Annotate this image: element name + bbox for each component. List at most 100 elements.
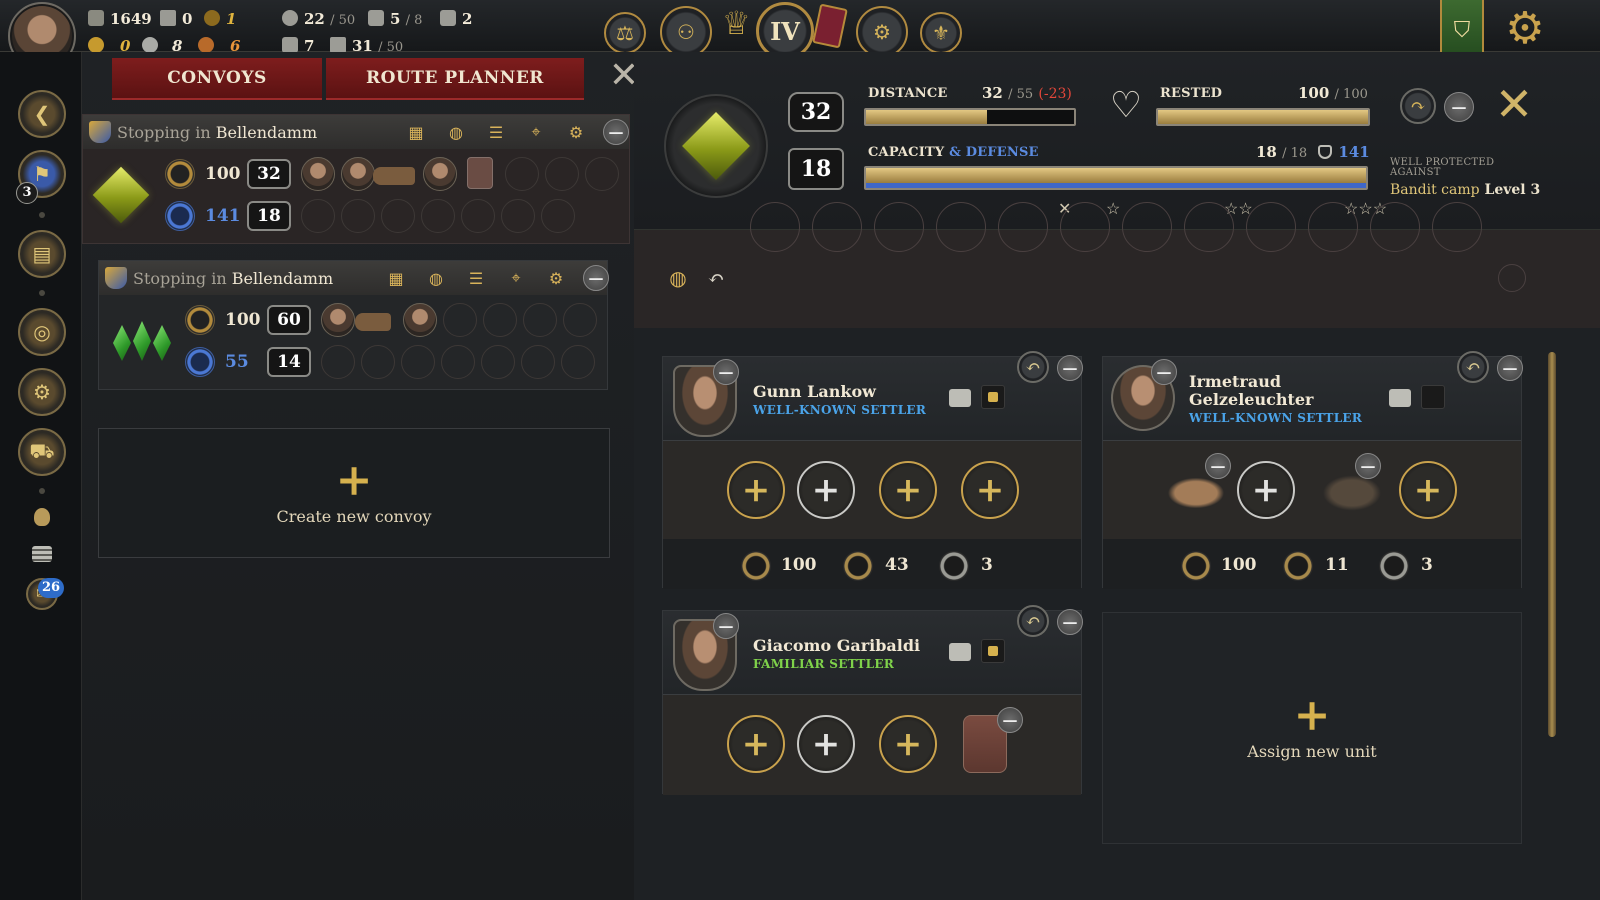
- create-convoy-button[interactable]: + Create new convoy: [98, 428, 610, 558]
- add-animal-button[interactable]: +: [1237, 461, 1295, 519]
- empty-slot[interactable]: [505, 157, 539, 191]
- undo-arrow-icon[interactable]: ↶: [702, 264, 730, 292]
- cargo-slot[interactable]: [874, 202, 924, 252]
- empty-slot[interactable]: [483, 303, 517, 337]
- add-cart-button[interactable]: +: [879, 461, 937, 519]
- remove-unit-button[interactable]: —: [713, 613, 739, 639]
- add-animal-button[interactable]: +: [797, 715, 855, 773]
- cargo-slot[interactable]: [812, 202, 862, 252]
- empty-slot[interactable]: [585, 157, 619, 191]
- pawns-icon[interactable]: ⚇: [660, 6, 712, 58]
- empty-slot[interactable]: [501, 199, 535, 233]
- map-pin-icon[interactable]: ⌖: [523, 119, 549, 145]
- cargo-slot[interactable]: [998, 202, 1048, 252]
- cargo-slot[interactable]: [1370, 202, 1420, 252]
- remove-button[interactable]: —: [1057, 355, 1083, 381]
- empty-slot[interactable]: [361, 345, 395, 379]
- empty-slot[interactable]: [401, 345, 435, 379]
- add-mount-button[interactable]: +: [727, 461, 785, 519]
- remove-cart-button[interactable]: —: [1355, 453, 1381, 479]
- collapse-convoy-button[interactable]: —: [583, 265, 609, 291]
- unit-card-giacomo-garibaldi[interactable]: — Giacomo Garibaldi FAMILIAR SETTLER ↶ —…: [662, 605, 1083, 795]
- empty-slot[interactable]: [341, 199, 375, 233]
- ox-icon[interactable]: [1163, 475, 1229, 511]
- detail-scrollbar[interactable]: [1548, 352, 1556, 737]
- undo-arrow-icon[interactable]: ↶: [1017, 351, 1049, 383]
- empty-slot[interactable]: [561, 345, 595, 379]
- add-animal-button[interactable]: +: [797, 461, 855, 519]
- codex-book-icon[interactable]: ▤: [18, 230, 66, 278]
- remove-ox-button[interactable]: —: [1205, 453, 1231, 479]
- cargo-slot[interactable]: [1308, 202, 1358, 252]
- remove-button[interactable]: —: [1497, 355, 1523, 381]
- unit-portrait[interactable]: [301, 157, 335, 191]
- close-icon[interactable]: ✕: [1492, 81, 1536, 127]
- remove-armor-button[interactable]: —: [997, 707, 1023, 733]
- gear-icon[interactable]: ⚙: [543, 265, 569, 291]
- coin-ledger-icon[interactable]: ◎: [18, 308, 66, 356]
- empty-slot[interactable]: [421, 199, 455, 233]
- empty-slot[interactable]: [301, 199, 335, 233]
- map-pin-icon[interactable]: ⌖: [503, 265, 529, 291]
- empty-slot[interactable]: [563, 303, 597, 337]
- redo-arrow-icon[interactable]: ↷: [1400, 88, 1436, 124]
- cart-icon[interactable]: [1319, 473, 1385, 513]
- gear-shield-icon[interactable]: ⚙: [18, 368, 66, 416]
- unit-portrait[interactable]: [341, 157, 375, 191]
- empty-slot[interactable]: [521, 345, 555, 379]
- undo-arrow-icon[interactable]: ↶: [1457, 351, 1489, 383]
- collapse-convoy-button[interactable]: —: [603, 119, 629, 145]
- inventory-slot-icon[interactable]: [981, 639, 1005, 663]
- add-cart-button[interactable]: +: [879, 715, 937, 773]
- add-weapon-button[interactable]: +: [961, 461, 1019, 519]
- assign-unit-button[interactable]: + Assign new unit: [1102, 612, 1522, 844]
- empty-slot[interactable]: [381, 199, 415, 233]
- remove-unit-button[interactable]: —: [713, 359, 739, 385]
- remove-unit-button[interactable]: —: [1151, 359, 1177, 385]
- gear-icon[interactable]: ⚙: [563, 119, 589, 145]
- back-arrow-icon[interactable]: ❮: [18, 90, 66, 138]
- cargo-slot[interactable]: [1498, 264, 1526, 292]
- cargo-slot[interactable]: [1432, 202, 1482, 252]
- coins-stack-icon[interactable]: [32, 546, 52, 562]
- add-weapon-button[interactable]: +: [1399, 461, 1457, 519]
- cargo-slot[interactable]: [1184, 202, 1234, 252]
- remove-button[interactable]: —: [1057, 609, 1083, 635]
- convoy-card-2[interactable]: Stopping in Bellendamm ▦ ◍ ☰ ⌖ ⚙ — 100 6…: [98, 260, 609, 390]
- empty-slot[interactable]: [321, 345, 355, 379]
- unit-portrait[interactable]: [321, 303, 355, 337]
- compass-icon[interactable]: ⚙: [856, 6, 908, 58]
- unit-portrait[interactable]: [403, 303, 437, 337]
- empty-slot[interactable]: [441, 345, 475, 379]
- unit-portrait[interactable]: [423, 157, 457, 191]
- undo-arrow-icon[interactable]: ↶: [1017, 605, 1049, 637]
- inventory-slot[interactable]: [1421, 385, 1445, 409]
- trophy-icon[interactable]: ♕: [722, 4, 752, 50]
- scales-icon[interactable]: ⚖: [604, 12, 646, 54]
- cargo-slot[interactable]: [1122, 202, 1172, 252]
- cargo-slot[interactable]: [1246, 202, 1296, 252]
- unit-card-gunn-lankow[interactable]: — Gunn Lankow WELL-KNOWN SETTLER ↶ — + +…: [662, 351, 1083, 589]
- cargo-slot[interactable]: [750, 202, 800, 252]
- empty-slot[interactable]: [481, 345, 515, 379]
- warehouse-icon[interactable]: ▦: [383, 265, 409, 291]
- signpost-icon[interactable]: ☰: [483, 119, 509, 145]
- empty-slot[interactable]: [461, 199, 495, 233]
- fleur-de-lis-icon[interactable]: ⚜: [920, 12, 962, 54]
- sack-icon[interactable]: [34, 508, 50, 526]
- add-mount-button[interactable]: +: [727, 715, 785, 773]
- warehouse-icon[interactable]: ▦: [403, 119, 429, 145]
- empty-slot[interactable]: [541, 199, 575, 233]
- empty-slot[interactable]: [523, 303, 557, 337]
- signpost-icon[interactable]: ☰: [463, 265, 489, 291]
- cargo-slot[interactable]: [936, 202, 986, 252]
- cargo-slot[interactable]: [1060, 202, 1110, 252]
- sack-icon[interactable]: ◍: [443, 119, 469, 145]
- convoy-card-1[interactable]: Stopping in Bellendamm ▦ ◍ ☰ ⌖ ⚙ — 100 3…: [82, 114, 630, 244]
- cart-icon[interactable]: ⛟: [18, 428, 66, 476]
- book-icon[interactable]: [812, 3, 848, 49]
- empty-slot[interactable]: [443, 303, 477, 337]
- collapse-detail-button[interactable]: —: [1444, 92, 1474, 122]
- inventory-slot-icon[interactable]: [981, 385, 1005, 409]
- empty-slot[interactable]: [545, 157, 579, 191]
